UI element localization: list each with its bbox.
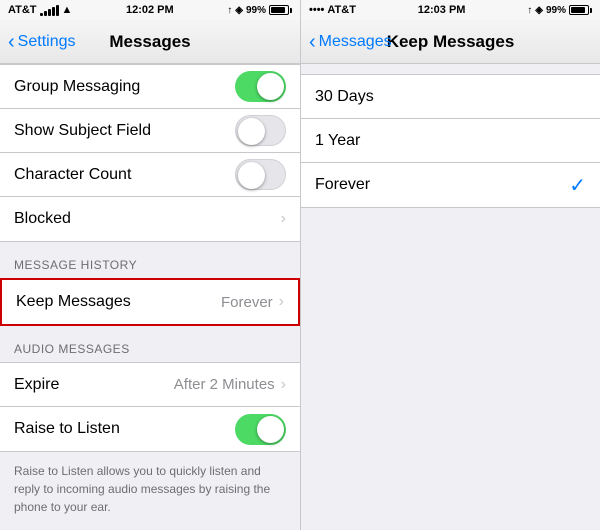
character-count-thumb [238,162,265,189]
keep-messages-right: Forever › [221,293,284,311]
raise-to-listen-label: Raise to Listen [14,420,120,438]
left-panel: AT&T ▲ 12:02 PM ↑ ◈ 99% ‹ [0,0,300,530]
left-status-right: ↑ ◈ 99% [227,5,292,16]
left-status-bar: AT&T ▲ 12:02 PM ↑ ◈ 99% [0,0,300,20]
left-carrier: AT&T [8,4,37,16]
left-nav-bar: ‹ Settings Messages [0,20,300,64]
option-forever-label: Forever [315,176,370,194]
keep-messages-value: Forever [221,294,273,311]
left-back-chevron-icon: ‹ [8,32,15,52]
right-back-chevron-icon: ‹ [309,32,316,52]
expire-chevron-icon: › [281,376,286,394]
wifi-icon: ▲ [62,4,73,16]
group-messaging-thumb [257,73,284,100]
right-back-label: Messages [319,33,392,51]
signal-bar-5 [56,5,59,16]
right-arrow-icon: ↑ [527,5,532,16]
right-nav-title: Keep Messages [387,32,515,52]
audio-messages-section: AUDIO MESSAGES Expire After 2 Minutes › … [0,326,300,452]
show-subject-field-row[interactable]: Show Subject Field [0,109,300,153]
expire-label: Expire [14,376,59,394]
right-location-icon: ◈ [535,5,543,16]
keep-messages-row[interactable]: Keep Messages Forever › [2,280,298,324]
character-count-toggle[interactable] [235,159,286,190]
keep-messages-options-group: 30 Days 1 Year Forever ✓ [301,74,600,208]
option-1-year-row[interactable]: 1 Year [301,119,600,163]
message-history-group: Keep Messages Forever › [0,278,300,326]
left-signal-bars [40,5,59,16]
signal-bar-2 [44,11,47,16]
option-30-days-row[interactable]: 30 Days [301,75,600,119]
show-subject-field-thumb [238,118,265,145]
message-history-header: MESSAGE HISTORY [0,242,300,278]
raise-to-listen-row[interactable]: Raise to Listen [0,407,300,451]
left-arrow-up-icon: ↑ [227,5,232,16]
right-carrier-name: AT&T [327,4,356,16]
keep-messages-label: Keep Messages [16,293,131,311]
option-1-year-label: 1 Year [315,132,360,150]
left-back-label: Settings [18,33,76,51]
blocked-right: › [281,210,286,228]
left-time: 12:02 PM [126,4,174,16]
main-settings-group: Group Messaging Show Subject Field Chara… [0,64,300,242]
left-status-left: AT&T ▲ [8,4,72,16]
signal-bar-3 [48,9,51,16]
right-back-button[interactable]: ‹ Messages [309,32,392,52]
blocked-chevron-icon: › [281,210,286,228]
raise-to-listen-thumb [257,416,284,443]
blocked-row[interactable]: Blocked › [0,197,300,241]
group-messaging-row[interactable]: Group Messaging [0,65,300,109]
character-count-row[interactable]: Character Count [0,153,300,197]
expire-row[interactable]: Expire After 2 Minutes › [0,363,300,407]
keep-messages-chevron-icon: › [279,293,284,311]
show-subject-field-toggle[interactable] [235,115,286,146]
right-status-right: ↑ ◈ 99% [527,5,592,16]
expire-right: After 2 Minutes › [174,376,286,394]
right-time: 12:03 PM [418,4,466,16]
group-messaging-toggle[interactable] [235,71,286,102]
left-battery-icon [269,5,292,15]
right-nav-bar: ‹ Messages Keep Messages [301,20,600,64]
audio-messages-group: Expire After 2 Minutes › Raise to Listen [0,362,300,452]
group-messaging-label: Group Messaging [14,78,140,96]
left-nav-title: Messages [109,32,190,52]
audio-messages-header: AUDIO MESSAGES [0,326,300,362]
left-back-button[interactable]: ‹ Settings [8,32,75,52]
right-panel: •••• AT&T 12:03 PM ↑ ◈ 99% ‹ Messages Ke… [300,0,600,530]
right-settings-list: 30 Days 1 Year Forever ✓ [301,64,600,530]
signal-bar-1 [40,13,43,16]
right-status-bar: •••• AT&T 12:03 PM ↑ ◈ 99% [301,0,600,20]
blocked-label: Blocked [14,210,71,228]
right-battery-pct: 99% [546,5,566,16]
option-30-days-label: 30 Days [315,88,374,106]
left-location-icon: ◈ [235,5,243,16]
left-battery-pct: 99% [246,5,266,16]
option-forever-row[interactable]: Forever ✓ [301,163,600,207]
right-battery-icon [569,5,592,15]
character-count-label: Character Count [14,166,131,184]
right-status-left: •••• AT&T [309,4,356,16]
show-subject-field-label: Show Subject Field [14,122,151,140]
raise-to-listen-toggle[interactable] [235,414,286,445]
option-forever-checkmark-icon: ✓ [569,173,586,198]
signal-bar-4 [52,7,55,16]
right-carrier: •••• [309,4,324,16]
left-settings-list: Group Messaging Show Subject Field Chara… [0,64,300,530]
expire-value: After 2 Minutes [174,376,275,393]
message-history-section: MESSAGE HISTORY Keep Messages Forever › [0,242,300,326]
raise-to-listen-description: Raise to Listen allows you to quickly li… [0,452,300,526]
